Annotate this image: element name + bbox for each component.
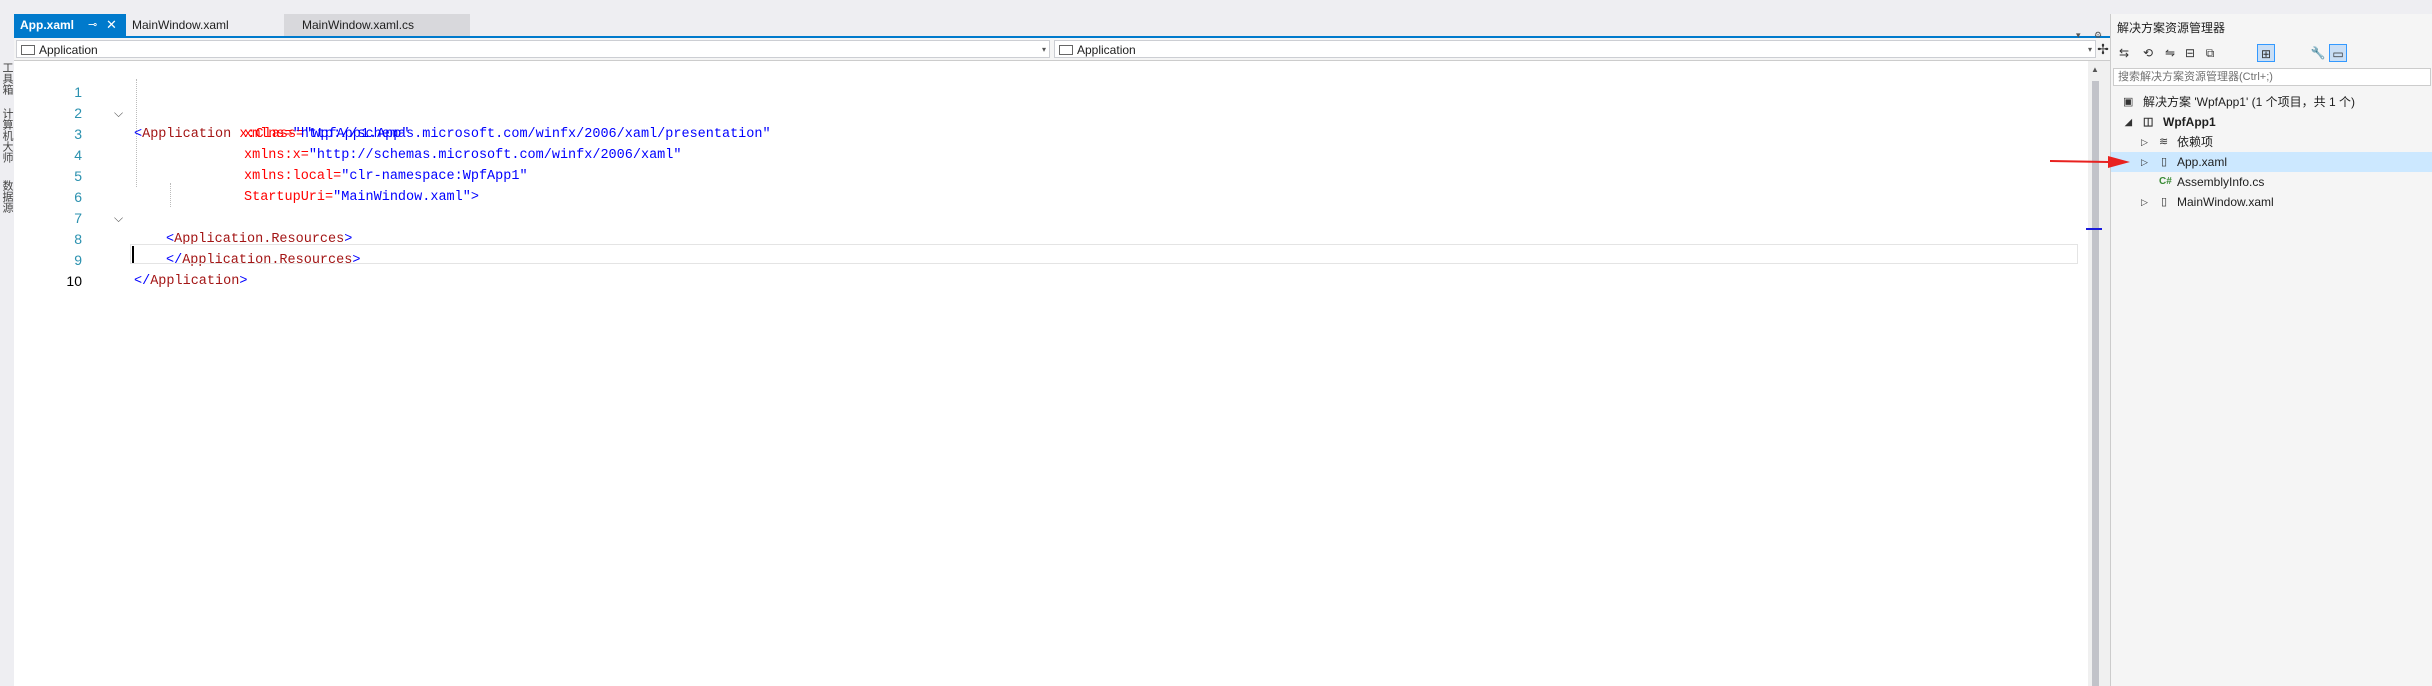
member-dropdown-value: Application bbox=[1077, 43, 1136, 57]
tab-app-xaml[interactable]: App.xaml ⊸ ✕ bbox=[14, 14, 126, 36]
preview-icon[interactable]: ▭ bbox=[2329, 44, 2347, 62]
solution-search-input[interactable]: 搜索解决方案资源管理器(Ctrl+;) bbox=[2113, 68, 2431, 86]
sync-icon[interactable]: ⇆ bbox=[2115, 44, 2133, 62]
class-icon bbox=[1059, 45, 1073, 55]
tree-item-label: 依赖项 bbox=[2177, 135, 2214, 149]
collapsed-arrow-icon[interactable]: ▷ bbox=[2141, 192, 2148, 212]
class-icon bbox=[21, 45, 35, 55]
tree-item-app-xaml[interactable]: ▷ ▯ App.xaml bbox=[2111, 152, 2432, 172]
tree-item-dependencies[interactable]: ▷ ≋ 依赖项 bbox=[2111, 132, 2432, 152]
solution-explorer-toolbar: ⇆ ⟲ ⇋ ⊟ ⧉ ⊞ 🔧 ▭ bbox=[2111, 42, 2432, 66]
tree-item-label: 解决方案 'WpfApp1' (1 个项目，共 1 个) bbox=[2143, 95, 2355, 109]
pin-icon[interactable]: ⊸ bbox=[88, 14, 97, 36]
tree-item-project[interactable]: ◢ ◫ WpfApp1 bbox=[2111, 112, 2432, 132]
toolbox-tab[interactable]: 工具箱 bbox=[0, 62, 14, 95]
chevron-down-icon: ▾ bbox=[1041, 45, 1046, 54]
red-pointer-arrow-icon bbox=[2050, 156, 2130, 168]
scroll-up-icon[interactable]: ▲ bbox=[2091, 65, 2099, 74]
indent-guide bbox=[170, 183, 171, 207]
xaml-file-icon: ▯ bbox=[2161, 196, 2168, 208]
filter-icon[interactable]: ⊞ bbox=[2257, 44, 2275, 62]
collapse-icon[interactable]: ⊟ bbox=[2181, 44, 2199, 62]
indent-guide bbox=[136, 79, 137, 187]
chevron-down-icon: ▾ bbox=[2087, 45, 2092, 54]
text-caret bbox=[132, 246, 134, 263]
dependencies-icon: ≋ bbox=[2159, 136, 2169, 148]
type-dropdown[interactable]: Application ▾ bbox=[16, 40, 1050, 58]
expand-arrow-icon[interactable]: ◢ bbox=[2125, 112, 2132, 132]
project-icon: ◫ bbox=[2143, 116, 2154, 128]
editor-left-margin bbox=[14, 61, 38, 686]
xaml-file-icon: ▯ bbox=[2161, 156, 2168, 168]
wrench-icon[interactable]: 🔧 bbox=[2309, 44, 2327, 62]
server-tab[interactable]: 计算机大师 bbox=[0, 108, 14, 163]
split-editor-icon[interactable]: ✢ bbox=[2096, 40, 2110, 58]
tab-mainwindow-xaml[interactable]: MainWindow.xaml bbox=[126, 14, 284, 36]
code-editor[interactable]: 1 ⌵ <Application x:Class="WpfApp1.App" 2… bbox=[38, 61, 2088, 686]
code-line: 3 xmlns:x="http://schemas.microsoft.com/… bbox=[38, 103, 2088, 163]
code-line: 7 bbox=[38, 187, 2088, 226]
line-number: 10 bbox=[66, 273, 82, 289]
tab-label: App.xaml bbox=[20, 18, 75, 32]
collapsed-arrow-icon[interactable]: ▷ bbox=[2141, 132, 2148, 152]
code-line: 1 ⌵ <Application x:Class="WpfApp1.App" bbox=[38, 61, 2088, 142]
code-line: 8 </Application.Resources> bbox=[38, 208, 2088, 268]
tree-item-label: App.xaml bbox=[2177, 155, 2228, 169]
copy-icon[interactable]: ⧉ bbox=[2201, 44, 2219, 62]
history-icon[interactable]: ⟲ bbox=[2139, 44, 2157, 62]
tab-label: MainWindow.xaml bbox=[132, 18, 229, 32]
tree-item-label: MainWindow.xaml bbox=[2177, 195, 2274, 209]
tab-label: MainWindow.xaml.cs bbox=[302, 18, 415, 32]
switch-icon[interactable]: ⇋ bbox=[2161, 44, 2179, 62]
code-line: 5 StartupUri="MainWindow.xaml"> bbox=[38, 145, 2088, 205]
tree-item-solution[interactable]: ▣ 解决方案 'WpfApp1' (1 个项目，共 1 个) bbox=[2111, 92, 2432, 112]
type-dropdown-value: Application bbox=[39, 43, 98, 57]
datasource-tab[interactable]: 数据源 bbox=[0, 180, 14, 213]
left-tool-strip: 工具箱 计算机大师 数据源 bbox=[0, 0, 14, 686]
csharp-file-icon: C# bbox=[2159, 176, 2172, 187]
close-icon[interactable]: ✕ bbox=[106, 14, 117, 36]
code-line: 2 xmlns="http://schemas.microsoft.com/wi… bbox=[38, 82, 2088, 142]
code-line: 6 ⌵ <Application.Resources> bbox=[38, 166, 2088, 247]
tab-mainwindow-xaml-cs[interactable]: MainWindow.xaml.cs bbox=[284, 14, 470, 36]
document-tab-bar: App.xaml ⊸ ✕ MainWindow.xaml MainWindow.… bbox=[14, 14, 2110, 40]
collapsed-arrow-icon[interactable]: ▷ bbox=[2141, 152, 2148, 172]
panel-title: 解决方案资源管理器 bbox=[2117, 21, 2226, 35]
member-dropdown[interactable]: Application ▾ bbox=[1054, 40, 2096, 58]
code-line: 4 xmlns:local="clr-namespace:WpfApp1" bbox=[38, 124, 2088, 184]
solution-explorer-panel: 解决方案资源管理器 ⇆ ⟲ ⇋ ⊟ ⧉ ⊞ 🔧 ▭ 搜索解决方案资源管理器(Ct… bbox=[2110, 14, 2432, 686]
navigation-bar: Application ▾ Application ▾ ✢ bbox=[14, 38, 2110, 61]
tree-item-mainwindow-xaml[interactable]: ▷ ▯ MainWindow.xaml bbox=[2111, 192, 2432, 212]
current-line-highlight bbox=[130, 244, 2078, 264]
solution-icon: ▣ bbox=[2123, 96, 2134, 108]
tree-item-label: AssemblyInfo.cs bbox=[2177, 175, 2265, 189]
scrollbar-thumb[interactable] bbox=[2092, 81, 2099, 686]
tree-item-assemblyinfo[interactable]: C# AssemblyInfo.cs bbox=[2111, 172, 2432, 192]
tree-item-label: WpfApp1 bbox=[2163, 115, 2216, 129]
